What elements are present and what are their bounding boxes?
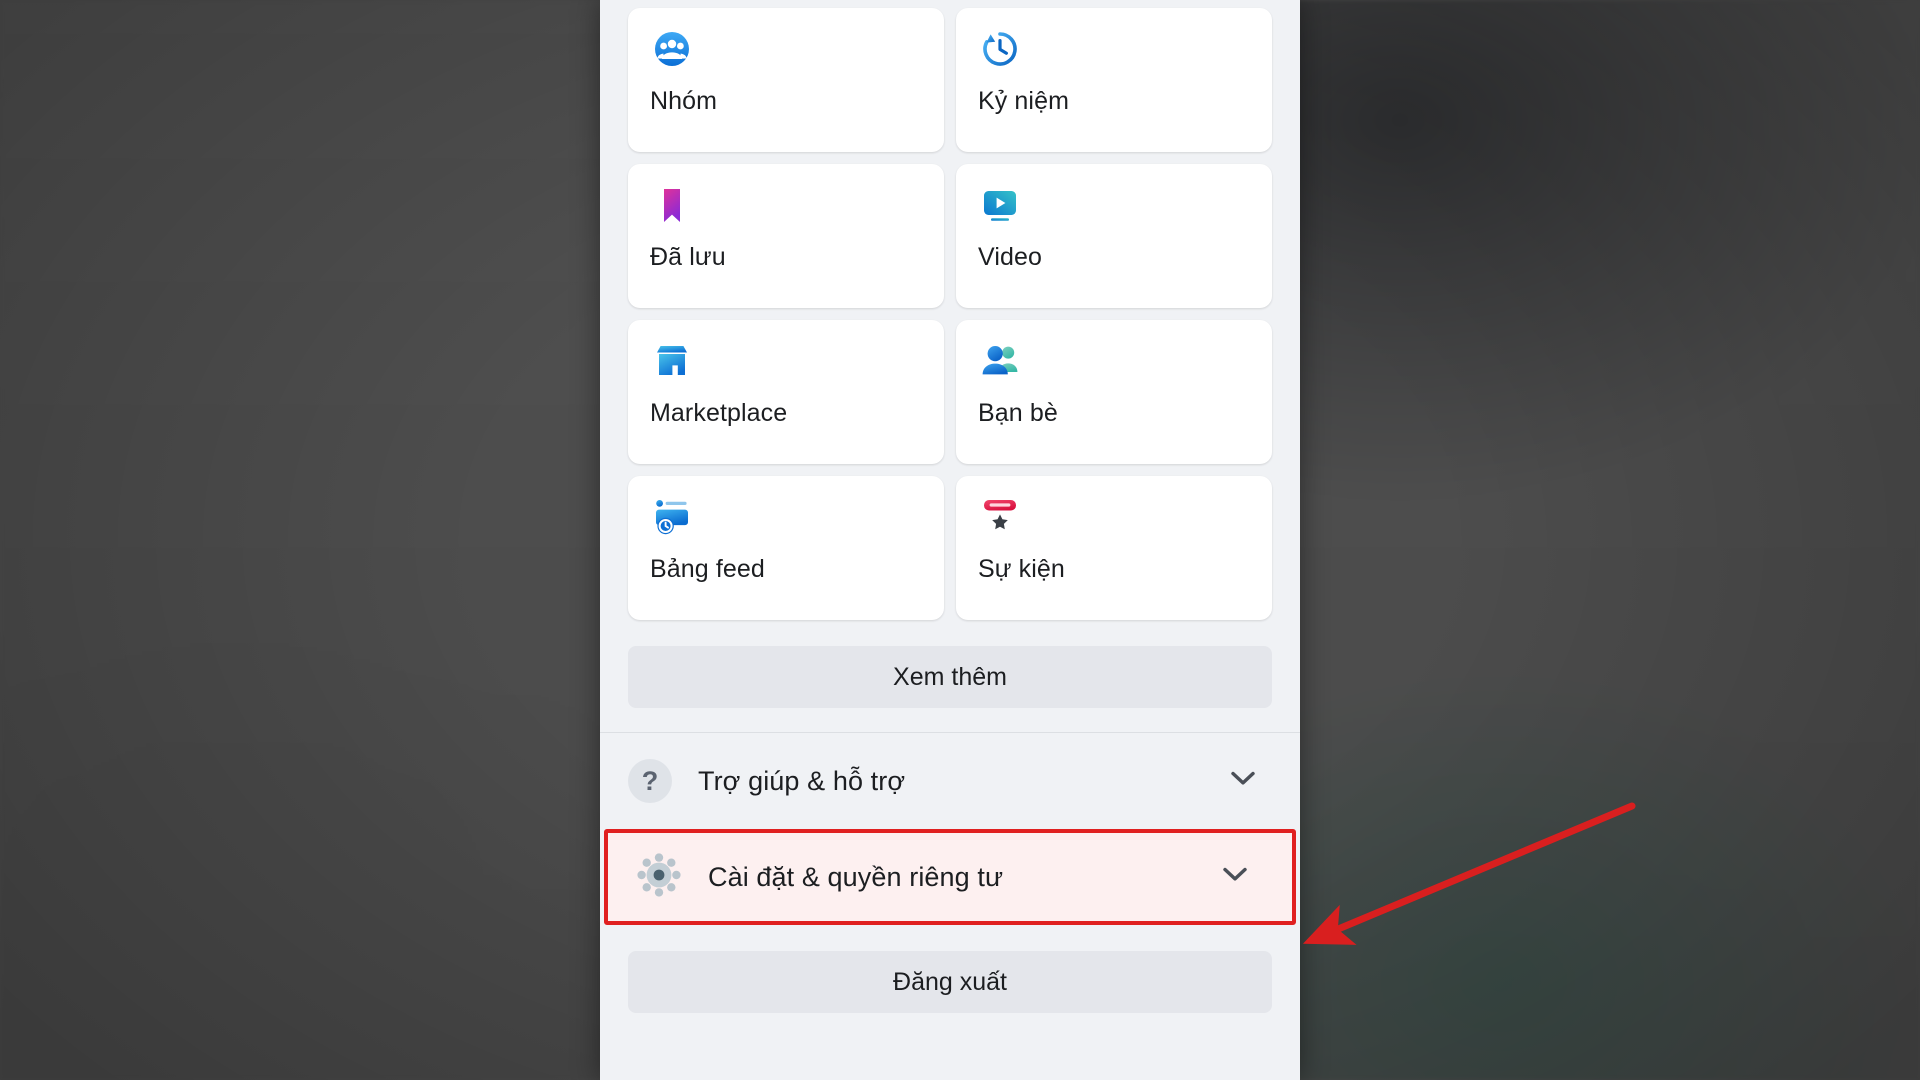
menu-shortcut-grid: Nhóm Kỷ niệm Đã lưu Video Marketplace Bạ… [600, 0, 1300, 620]
menu-card-label: Marketplace [650, 399, 788, 427]
question-mark-icon: ? [628, 759, 672, 803]
menu-card-label: Đã lưu [650, 243, 726, 271]
chevron-down-icon[interactable] [1222, 867, 1248, 888]
menu-card-memories[interactable]: Kỷ niệm [956, 8, 1272, 152]
menu-card-label: Sự kiện [978, 555, 1065, 583]
gear-icon [636, 852, 682, 903]
marketplace-storefront-icon [650, 338, 926, 384]
list-row-settings-privacy[interactable]: Cài đặt & quyền riêng tư [604, 829, 1296, 925]
groups-icon [650, 26, 926, 72]
friends-icon [978, 338, 1254, 384]
events-calendar-icon [978, 494, 1254, 540]
menu-card-friends[interactable]: Bạn bè [956, 320, 1272, 464]
menu-card-saved[interactable]: Đã lưu [628, 164, 944, 308]
video-icon [978, 182, 1254, 228]
list-row-label: Trợ giúp & hỗ trợ [698, 765, 906, 796]
feeds-icon [650, 494, 926, 540]
list-row-label: Cài đặt & quyền riêng tư [708, 861, 1004, 892]
menu-card-label: Kỷ niệm [978, 87, 1070, 115]
see-more-button[interactable]: Xem thêm [628, 646, 1272, 708]
menu-card-events[interactable]: Sự kiện [956, 476, 1272, 620]
saved-bookmark-icon [650, 182, 926, 228]
list-row-help-support[interactable]: ? Trợ giúp & hỗ trợ [600, 733, 1300, 829]
chevron-down-icon[interactable] [1230, 771, 1256, 792]
menu-card-label: Nhóm [650, 87, 718, 115]
menu-card-label: Bạn bè [978, 399, 1058, 427]
menu-card-label: Video [978, 243, 1042, 271]
menu-card-video[interactable]: Video [956, 164, 1272, 308]
menu-card-label: Bảng feed [650, 555, 765, 583]
menu-card-groups[interactable]: Nhóm [628, 8, 944, 152]
screen: Nhóm Kỷ niệm Đã lưu Video Marketplace Bạ… [0, 0, 1920, 1080]
logout-button[interactable]: Đăng xuất [628, 951, 1272, 1013]
facebook-menu-panel: Nhóm Kỷ niệm Đã lưu Video Marketplace Bạ… [600, 0, 1300, 1080]
menu-card-feeds[interactable]: Bảng feed [628, 476, 944, 620]
menu-card-marketplace[interactable]: Marketplace [628, 320, 944, 464]
memories-clock-icon [978, 26, 1254, 72]
